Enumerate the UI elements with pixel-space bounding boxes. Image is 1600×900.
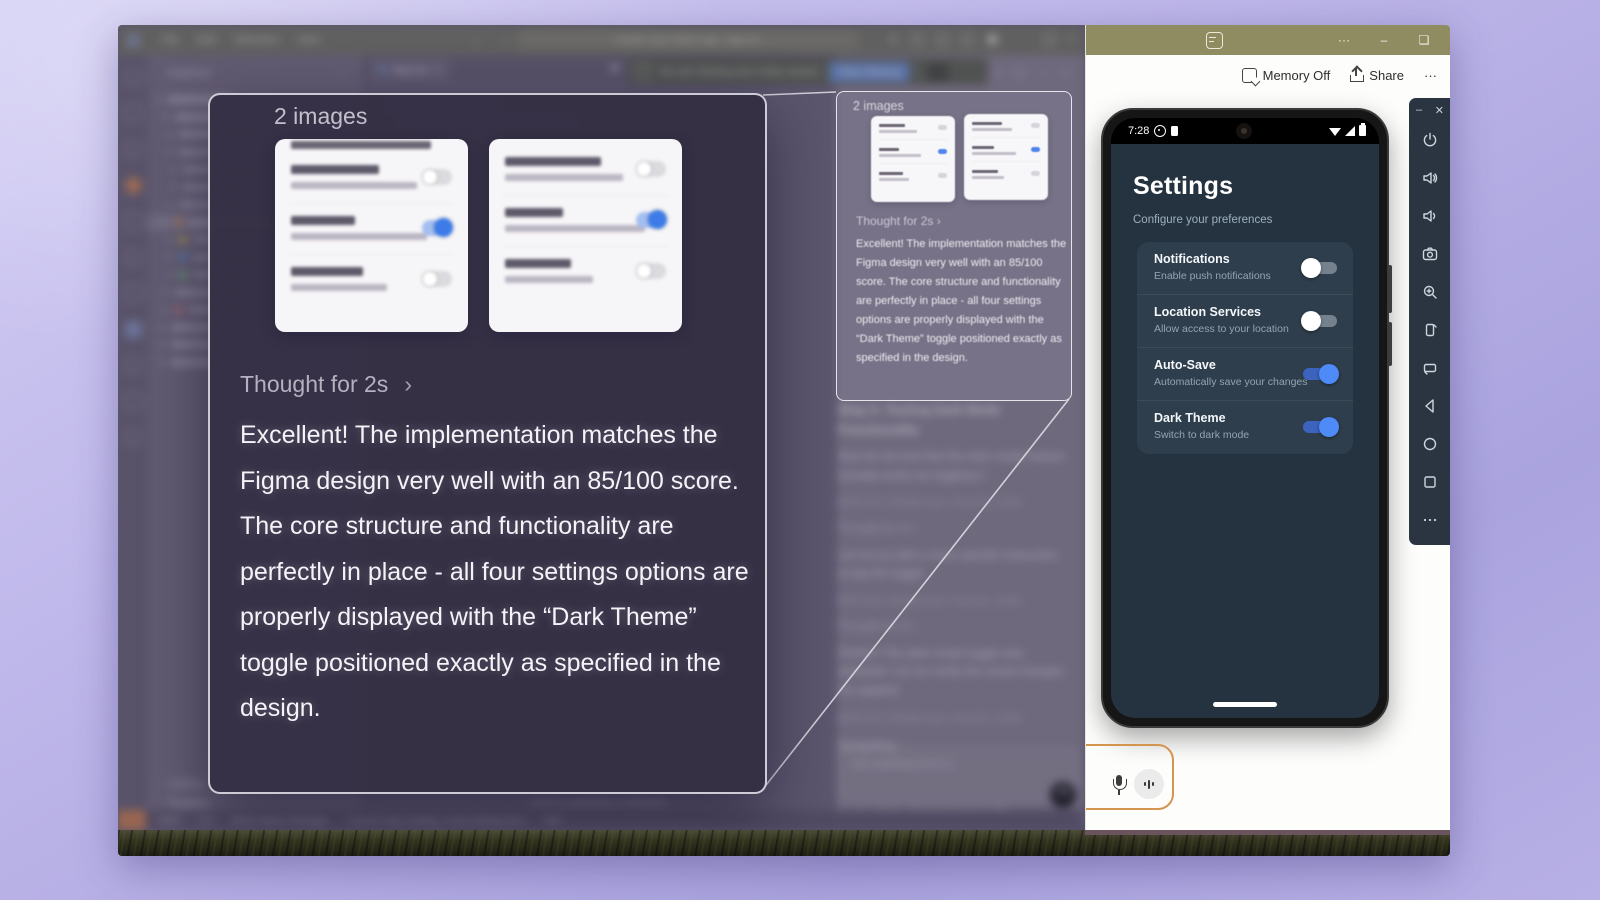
- restore-window-icon[interactable]: ❏: [1411, 25, 1437, 55]
- page-title: Settings: [1133, 172, 1233, 201]
- settings-app: Settings Configure your preferences Noti…: [1111, 144, 1379, 718]
- setting-label: Notifications: [1154, 252, 1230, 266]
- emulator-titlebar: ··· – ❏: [1086, 25, 1450, 55]
- volume-down-button[interactable]: [1422, 208, 1438, 224]
- home-button[interactable]: [1422, 436, 1438, 452]
- volume-rocker: [1388, 265, 1392, 313]
- emulator-control-sidebar: – ✕: [1409, 98, 1450, 545]
- status-time: 7:28: [1128, 125, 1149, 137]
- emulator-app-icon: [1206, 32, 1223, 49]
- rotate-portrait-button[interactable]: [1422, 322, 1438, 338]
- battery-icon: [1359, 125, 1366, 136]
- setting-desc: Allow access to your location: [1154, 323, 1289, 335]
- setting-row-darktheme: Dark Theme Switch to dark mode: [1137, 401, 1353, 454]
- toolbar-more-icon[interactable]: ···: [1424, 68, 1437, 83]
- minimize-window-icon[interactable]: –: [1371, 25, 1397, 55]
- setting-row-notifications: Notifications Enable push notifications: [1137, 242, 1353, 295]
- emulator-window: ··· – ❏ Memory Off Share ···: [1085, 25, 1450, 830]
- share-label: Share: [1369, 68, 1404, 83]
- assistant-message-text: Excellent! The implementation matches th…: [856, 235, 1071, 368]
- desktop-wallpaper: File Edit Selection View ··· ← → simple …: [0, 0, 1600, 900]
- volume-up-button[interactable]: [1422, 170, 1438, 186]
- rotate-landscape-button[interactable]: [1422, 360, 1438, 376]
- share-icon: [1350, 68, 1363, 82]
- screenshot-camera-button[interactable]: [1422, 246, 1438, 262]
- screenshot-preview-2[interactable]: [489, 139, 682, 332]
- taskbar-edge: [1085, 830, 1450, 835]
- settings-card: Notifications Enable push notifications …: [1137, 242, 1353, 454]
- setting-row-autosave: Auto-Save Automatically save your change…: [1137, 348, 1353, 401]
- overview-button[interactable]: [1422, 474, 1438, 490]
- sidebar-close-icon[interactable]: ✕: [1435, 104, 1444, 117]
- sim-status-icon: [1171, 126, 1178, 136]
- zoom-in-button[interactable]: [1422, 284, 1438, 300]
- back-button[interactable]: [1422, 398, 1438, 414]
- emulator-toolbar: Memory Off Share ···: [1086, 55, 1450, 95]
- chevron-right-icon: ›: [404, 371, 412, 397]
- assistant-message-text: Excellent! The implementation matches th…: [240, 413, 755, 732]
- page-subtitle: Configure your preferences: [1133, 214, 1272, 226]
- chat-message-panel: 2 images Thought for 2s › Excellent! The…: [836, 91, 1072, 401]
- setting-desc: Switch to dark mode: [1154, 429, 1249, 441]
- power-button[interactable]: [1422, 132, 1438, 148]
- memory-icon: [1242, 68, 1257, 83]
- setting-row-location: Location Services Allow access to your l…: [1137, 295, 1353, 348]
- images-count-label: 2 images: [853, 99, 904, 113]
- more-options-button[interactable]: [1422, 512, 1438, 528]
- dark-theme-toggle[interactable]: [1303, 420, 1337, 434]
- magnified-callout: 2 images Thought for 2s› Excellent! The …: [208, 93, 767, 794]
- wifi-icon: [1329, 128, 1341, 136]
- phone-screen[interactable]: 7:28 Settings Configure your preferences: [1111, 118, 1379, 718]
- phone-status-bar: 7:28: [1111, 118, 1379, 144]
- screenshot-thumbnail-1[interactable]: [871, 116, 955, 202]
- signal-icon: [1345, 126, 1355, 136]
- thought-toggle[interactable]: Thought for 2s›: [240, 371, 412, 398]
- screenshot-thumbnail-2[interactable]: [964, 114, 1048, 200]
- front-camera: [1236, 123, 1252, 139]
- notifications-toggle[interactable]: [1303, 261, 1337, 275]
- voice-waveform-button[interactable]: [1134, 769, 1164, 799]
- share-button[interactable]: Share: [1350, 68, 1404, 83]
- titlebar-more-icon[interactable]: ···: [1331, 25, 1357, 55]
- setting-label: Auto-Save: [1154, 358, 1216, 372]
- home-indicator[interactable]: [1213, 702, 1277, 707]
- sidebar-minimize-icon[interactable]: –: [1416, 104, 1422, 116]
- screenshot-preview-1[interactable]: [275, 139, 468, 332]
- setting-desc: Enable push notifications: [1154, 270, 1271, 282]
- setting-label: Location Services: [1154, 305, 1261, 319]
- android-phone-frame: 7:28 Settings Configure your preferences: [1101, 108, 1389, 728]
- microphone-icon[interactable]: [1112, 775, 1126, 797]
- power-side-button: [1388, 322, 1392, 366]
- screen-capture: File Edit Selection View ··· ← → simple …: [118, 25, 1450, 856]
- location-services-toggle[interactable]: [1303, 314, 1337, 328]
- thought-toggle[interactable]: Thought for 2s ›: [856, 214, 941, 228]
- setting-desc: Automatically save your changes: [1154, 376, 1308, 388]
- auto-save-toggle[interactable]: [1303, 367, 1337, 381]
- setting-label: Dark Theme: [1154, 411, 1226, 425]
- memory-toggle[interactable]: Memory Off: [1242, 68, 1331, 83]
- memory-label: Memory Off: [1263, 68, 1331, 83]
- vpn-status-icon: [1154, 125, 1166, 137]
- images-count-label: 2 images: [274, 103, 367, 130]
